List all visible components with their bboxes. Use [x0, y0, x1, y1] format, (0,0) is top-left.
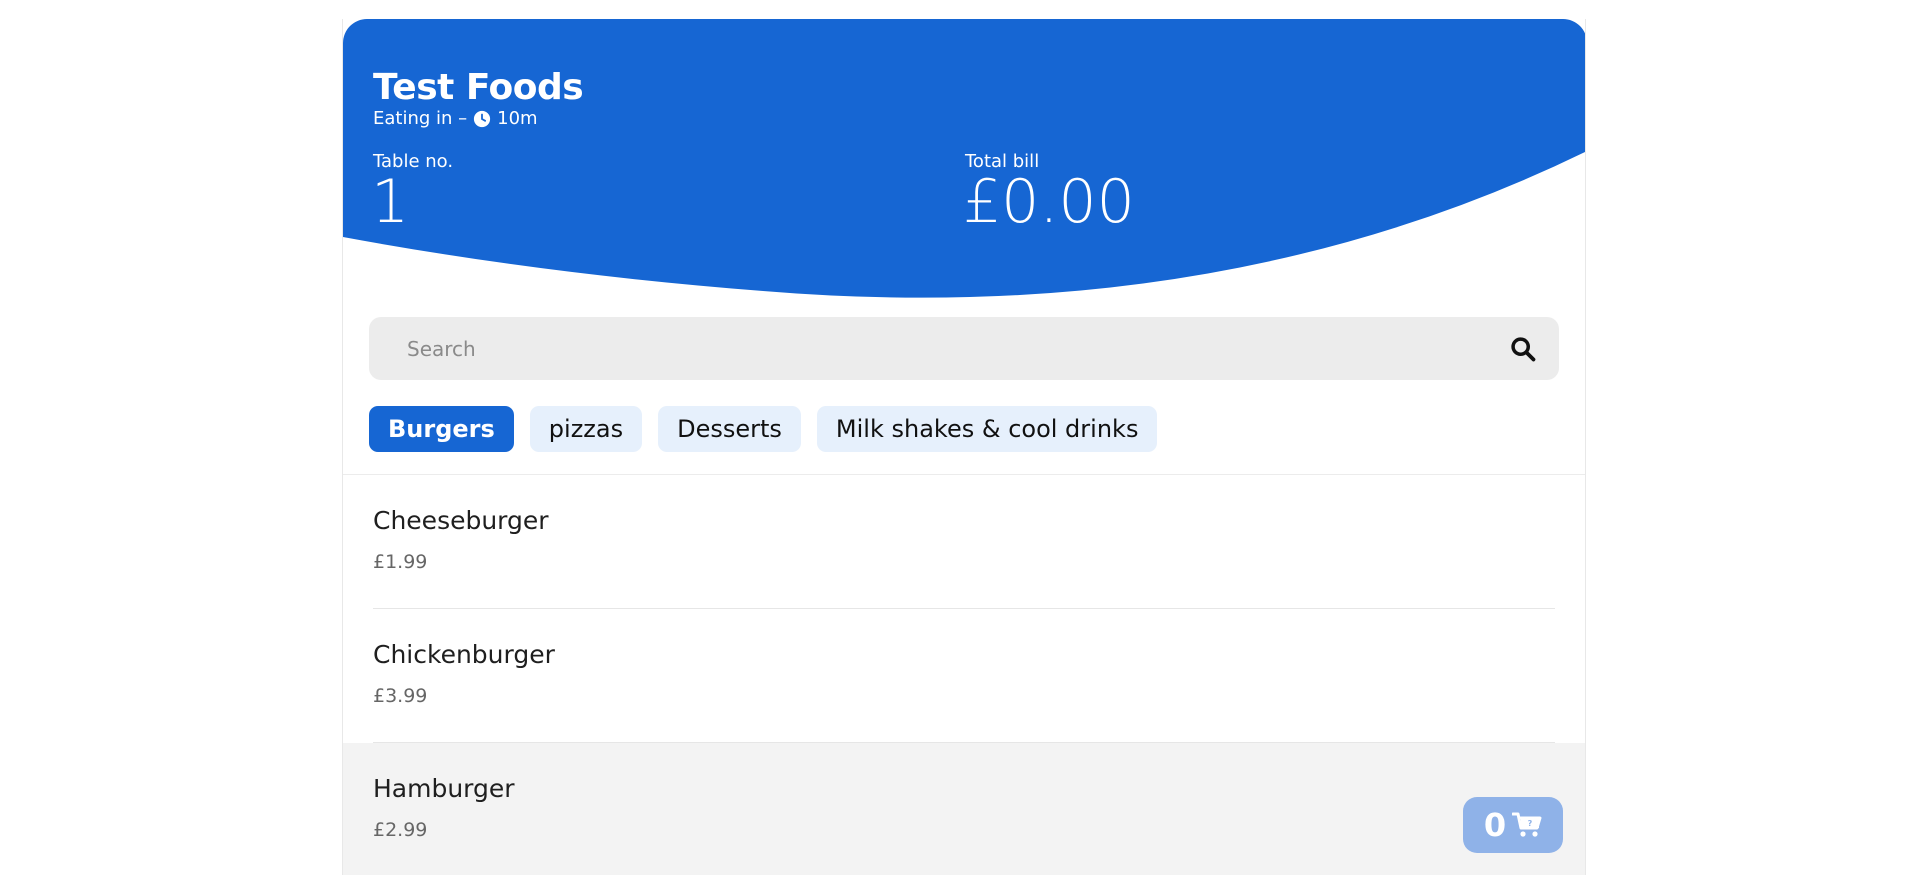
tab-pizzas[interactable]: pizzas [529, 406, 643, 452]
menu-item-hamburger[interactable]: Hamburger £2.99 [343, 743, 1585, 875]
search-bar [369, 317, 1559, 380]
item-name: Hamburger [373, 774, 515, 803]
clock-icon [474, 110, 491, 127]
dining-mode: Eating in – [373, 108, 468, 129]
header-banner: Test Foods Eating in – 10m Table no. 1 T… [343, 19, 1585, 299]
category-tabs: Burgers pizzas Desserts Milk shakes & co… [369, 406, 1158, 452]
tab-burgers[interactable]: Burgers [369, 406, 514, 452]
total-bill-amount: £0.00 [963, 167, 1135, 237]
menu-item-cheeseburger[interactable]: Cheeseburger £1.99 [343, 475, 1585, 609]
item-price: £2.99 [373, 819, 428, 841]
item-name: Cheeseburger [373, 506, 549, 535]
tab-milk-shakes-cool-drinks[interactable]: Milk shakes & cool drinks [816, 406, 1158, 452]
tab-desserts[interactable]: Desserts [658, 406, 801, 452]
dining-info: Eating in – 10m [373, 108, 538, 129]
cart-button[interactable]: 0 ? [1463, 797, 1563, 853]
menu-item-chickenburger[interactable]: Chickenburger £3.99 [343, 609, 1585, 743]
cart-count: 0 [1483, 806, 1507, 844]
menu-app: Test Foods Eating in – 10m Table no. 1 T… [342, 19, 1586, 875]
table-number: 1 [371, 167, 410, 237]
shopping-cart-icon: ? [1512, 812, 1542, 837]
search-input[interactable] [405, 335, 1509, 362]
wait-time: 10m [497, 108, 538, 129]
item-price: £3.99 [373, 685, 428, 707]
menu-item-list: Cheeseburger £1.99 Chickenburger £3.99 H… [343, 475, 1585, 875]
item-price: £1.99 [373, 551, 428, 573]
item-name: Chickenburger [373, 640, 555, 669]
search-icon[interactable] [1509, 335, 1537, 363]
restaurant-name: Test Foods [373, 67, 584, 108]
svg-text:?: ? [1528, 819, 1533, 828]
